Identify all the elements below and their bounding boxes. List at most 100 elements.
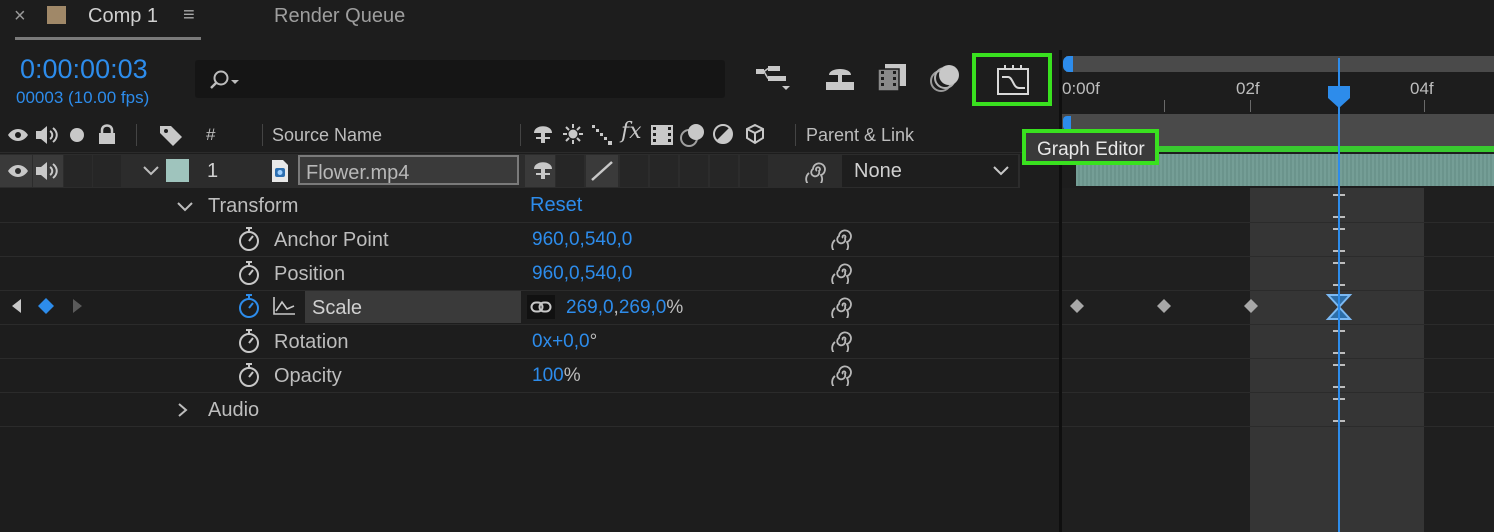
column-divider <box>795 124 796 146</box>
column-divider <box>136 124 137 146</box>
layer-name-field[interactable]: Flower.mp4 <box>298 155 519 185</box>
opacity-stopwatch-icon[interactable] <box>237 362 261 388</box>
motion-blur-icon[interactable] <box>928 62 962 94</box>
parent-dropdown[interactable]: None <box>842 155 1018 187</box>
number-column-header: # <box>206 125 216 144</box>
scale-pick-whip-icon[interactable] <box>831 294 855 318</box>
parent-link-header[interactable]: Parent & Link <box>806 126 914 144</box>
layer-frame-blend-switch[interactable] <box>650 155 678 187</box>
row-divider <box>0 222 1060 223</box>
search-box[interactable] <box>195 60 725 98</box>
opacity-value[interactable]: 100% <box>532 366 581 385</box>
close-tab-button[interactable]: × <box>14 6 26 26</box>
layer-solo-switch[interactable] <box>64 155 92 187</box>
tab-comp-1[interactable]: Comp 1 <box>88 6 158 26</box>
frame-blending-icon[interactable] <box>876 62 908 92</box>
frame-readout: 00003 (10.00 fps) <box>16 88 150 107</box>
layer-collapse-switch[interactable] <box>556 155 584 187</box>
scale-label[interactable]: Scale <box>312 298 362 318</box>
scale-value[interactable]: 269,0,269,0% <box>566 298 683 317</box>
label-tag-icon[interactable] <box>158 124 184 146</box>
collapse-transformation-icon <box>563 124 583 144</box>
layer-expand-chevron-icon[interactable] <box>142 164 160 178</box>
row-divider <box>0 290 1060 291</box>
current-timecode[interactable]: 0:00:00:03 <box>20 56 148 83</box>
layer-adjustment-switch[interactable] <box>710 155 738 187</box>
scale-value-y[interactable]: 269,0 <box>619 297 667 318</box>
audio-icon[interactable] <box>34 124 60 146</box>
graph-editor-button[interactable] <box>972 53 1052 106</box>
composition-flowchart-icon[interactable] <box>754 64 794 94</box>
video-visibility-icon[interactable] <box>7 127 29 143</box>
rotation-pick-whip-icon[interactable] <box>831 328 855 352</box>
graph-editor-icon <box>997 65 1029 95</box>
active-tab-underline <box>15 37 201 40</box>
ruler-tick <box>1250 100 1251 112</box>
transform-reset-link[interactable]: Reset <box>530 195 582 215</box>
next-keyframe-icon[interactable] <box>72 298 84 314</box>
search-icon <box>210 70 239 89</box>
motion-blur-switch-icon <box>680 124 704 147</box>
tab-render-queue[interactable]: Render Queue <box>274 6 405 26</box>
layer-audio-icon[interactable] <box>34 160 60 182</box>
timeline-row-divider <box>1062 392 1494 393</box>
position-pick-whip-icon[interactable] <box>831 260 855 284</box>
opacity-pick-whip-icon[interactable] <box>831 362 855 386</box>
position-stopwatch-icon[interactable] <box>237 260 261 286</box>
rotation-stopwatch-icon[interactable] <box>237 328 261 354</box>
timeline-row-divider <box>1062 256 1494 257</box>
scale-keyframe[interactable] <box>1243 298 1259 314</box>
source-name-header[interactable]: Source Name <box>272 126 382 144</box>
lock-icon[interactable] <box>97 124 117 144</box>
position-value[interactable]: 960,0,540,0 <box>532 264 632 283</box>
adjustment-layer-icon <box>713 124 733 144</box>
scale-keyframe[interactable] <box>1069 298 1085 314</box>
anchor-point-value[interactable]: 960,0,540,0 <box>532 230 632 249</box>
anchor-point-label: Anchor Point <box>274 229 389 251</box>
work-area-start-handle[interactable] <box>1063 56 1073 72</box>
add-keyframe-icon[interactable] <box>36 296 56 316</box>
scale-keyframe[interactable] <box>1156 298 1172 314</box>
search-input[interactable] <box>250 66 710 92</box>
prev-keyframe-icon[interactable] <box>10 298 22 314</box>
layer-lock-switch[interactable] <box>93 155 121 187</box>
anchor-point-stopwatch-icon[interactable] <box>237 226 261 252</box>
frame-blend-switch-icon <box>651 125 673 145</box>
audio-expand-chevron-icon[interactable] <box>176 402 188 418</box>
panel-menu-icon[interactable]: ≡ <box>183 5 195 25</box>
transform-group-label[interactable]: Transform <box>208 196 298 216</box>
column-divider <box>262 124 263 146</box>
draft-3d-icon[interactable] <box>823 64 857 92</box>
ruler-tick <box>1424 100 1425 112</box>
current-time-indicator-head[interactable] <box>1326 84 1352 110</box>
layer-number: 1 <box>207 160 219 182</box>
parent-pick-whip-icon[interactable] <box>804 159 830 183</box>
graph-editor-tooltip: Graph Editor <box>1022 129 1159 165</box>
scale-graph-toggle-icon[interactable] <box>272 296 296 316</box>
layer-video-visibility-icon[interactable] <box>7 163 29 179</box>
solo-icon[interactable] <box>70 128 84 142</box>
layer-shy-icon <box>534 162 552 179</box>
transform-expand-chevron-icon[interactable] <box>176 200 194 214</box>
anchor-point-pick-whip-icon[interactable] <box>831 226 855 250</box>
layer-motion-blur-switch[interactable] <box>680 155 708 187</box>
scale-value-x[interactable]: 269,0 <box>566 297 614 318</box>
rotation-label: Rotation <box>274 331 349 353</box>
constrain-proportions-button[interactable] <box>527 295 555 319</box>
row-divider <box>0 324 1060 325</box>
opacity-value-number[interactable]: 100 <box>532 365 564 386</box>
layer-label-color[interactable] <box>166 159 189 182</box>
rotation-value-number[interactable]: 0x+0,0 <box>532 331 590 352</box>
shy-icon <box>534 126 552 143</box>
timeline-row-divider <box>1062 290 1494 291</box>
audio-group-label[interactable]: Audio <box>208 400 259 420</box>
footage-file-icon <box>272 160 288 182</box>
scale-stopwatch-icon[interactable] <box>237 293 261 319</box>
layer-3d-switch[interactable] <box>740 155 768 187</box>
timeline-row-divider <box>1062 426 1494 427</box>
chevron-down-icon <box>993 166 1009 176</box>
scale-unit: % <box>666 297 684 318</box>
rotation-value[interactable]: 0x+0,0° <box>532 332 597 351</box>
timeline-work-area-bar[interactable] <box>1066 56 1494 72</box>
layer-fx-switch[interactable] <box>620 155 648 187</box>
